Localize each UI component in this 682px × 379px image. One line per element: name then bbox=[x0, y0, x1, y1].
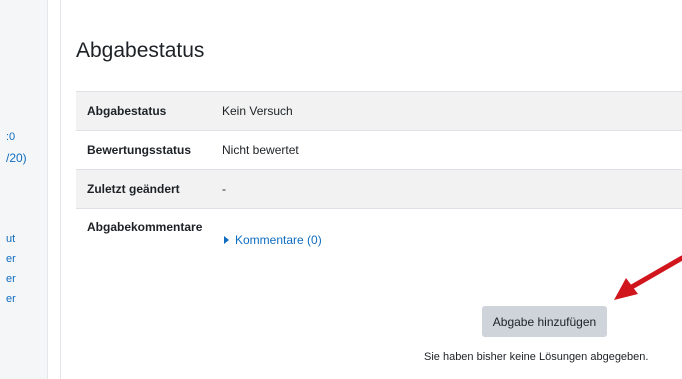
add-submission-button[interactable]: Abgabe hinzufügen bbox=[482, 306, 607, 337]
drawer-item[interactable]: :0 bbox=[6, 131, 15, 143]
assignment-page: :0 /20) ut er er er Abgabestatus Abgabes… bbox=[0, 0, 682, 379]
submission-status-table: Abgabestatus Kein Versuch Bewertungsstat… bbox=[76, 91, 682, 278]
row-value: - bbox=[211, 169, 682, 209]
table-row: Zuletzt geändert - bbox=[76, 169, 682, 209]
row-value: Nicht bewertet bbox=[211, 130, 682, 170]
caret-right-icon bbox=[224, 236, 229, 244]
page-title: Abgabestatus bbox=[76, 39, 205, 62]
drawer-item[interactable]: er bbox=[6, 253, 16, 265]
course-index-drawer: :0 /20) ut er er er bbox=[0, 0, 47, 379]
table-row: Abgabekommentare Kommentare (0) bbox=[76, 208, 682, 278]
drawer-item[interactable]: er bbox=[6, 273, 16, 285]
row-label: Bewertungsstatus bbox=[76, 130, 211, 170]
row-label: Abgabekommentare bbox=[76, 208, 211, 278]
drawer-item[interactable]: er bbox=[6, 293, 16, 305]
content-divider bbox=[60, 0, 61, 379]
comments-link-label: Kommentare (0) bbox=[235, 233, 322, 247]
drawer-item[interactable]: ut bbox=[6, 233, 15, 245]
row-label: Zuletzt geändert bbox=[76, 169, 211, 209]
table-row: Bewertungsstatus Nicht bewertet bbox=[76, 130, 682, 170]
table-row: Abgabestatus Kein Versuch bbox=[76, 91, 682, 131]
submission-note: Sie haben bisher keine Lösungen abgegebe… bbox=[424, 351, 649, 363]
drawer-item[interactable]: /20) bbox=[6, 151, 27, 165]
row-label: Abgabestatus bbox=[76, 91, 211, 131]
row-value: Kein Versuch bbox=[211, 91, 682, 131]
drawer-divider bbox=[47, 0, 48, 379]
comments-toggle-link[interactable]: Kommentare (0) bbox=[224, 233, 322, 247]
red-arrow-icon bbox=[614, 255, 682, 300]
